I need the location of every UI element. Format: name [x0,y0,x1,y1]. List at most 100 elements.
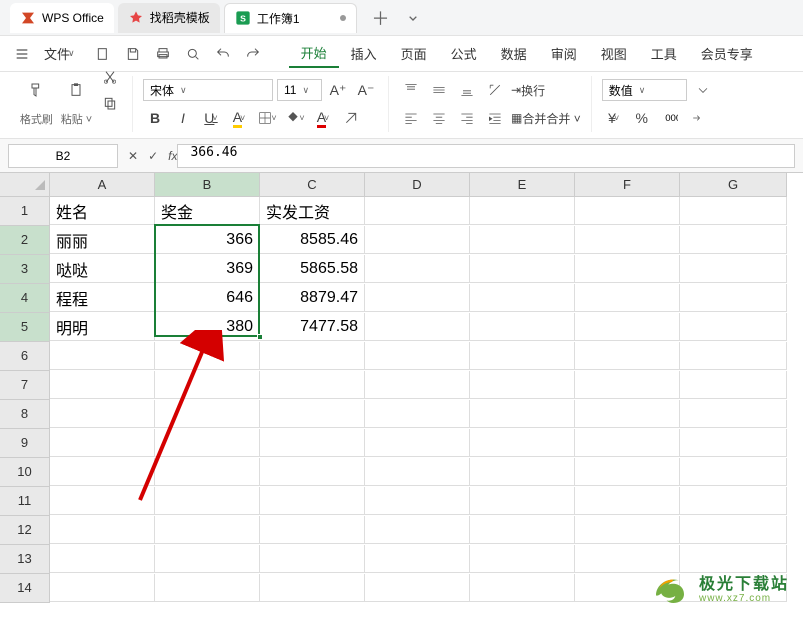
cell[interactable]: 程程 [50,284,155,312]
cell[interactable] [470,429,575,457]
cell[interactable] [365,342,470,370]
col-header[interactable]: A [50,173,155,197]
cell[interactable] [680,371,787,399]
ribbon-tab-member[interactable]: 会员专享 [689,40,765,67]
cell[interactable] [470,516,575,544]
cell[interactable] [155,574,260,602]
row-header[interactable]: 9 [0,429,50,458]
cell[interactable] [365,458,470,486]
col-header[interactable]: G [680,173,787,197]
cell[interactable] [260,400,365,428]
redo-icon[interactable] [239,40,267,68]
cell[interactable] [365,226,470,254]
row-header[interactable]: 10 [0,458,50,487]
name-box[interactable]: B2 [8,144,118,168]
file-menu[interactable]: 文件 ∨ [38,40,81,68]
row-header[interactable]: 6 [0,342,50,371]
cell[interactable] [680,429,787,457]
ribbon-tab-page[interactable]: 页面 [389,40,439,67]
ribbon-tab-home[interactable]: 开始 [289,39,339,68]
cell[interactable]: 明明 [50,313,155,341]
cell[interactable] [470,284,575,312]
paste-icon[interactable] [58,72,94,108]
cell[interactable] [260,371,365,399]
row-header[interactable]: 7 [0,371,50,400]
cell[interactable] [365,197,470,225]
cell[interactable] [680,458,787,486]
cell[interactable] [575,516,680,544]
fill-handle[interactable] [257,334,263,340]
cell[interactable]: 380 [155,313,260,341]
number-format-combo[interactable]: 数值∨ [602,79,687,101]
cell[interactable] [575,226,680,254]
row-header[interactable]: 1 [0,197,50,226]
cell[interactable] [680,400,787,428]
cell[interactable] [575,487,680,515]
cell[interactable] [680,284,787,312]
cell[interactable] [680,197,787,225]
col-header[interactable]: F [575,173,680,197]
highlight-icon[interactable]: A˅ [227,106,251,130]
ribbon-tab-data[interactable]: 数据 [489,40,539,67]
wrap-text-button[interactable]: ⇥ 换行 [511,78,545,102]
cell[interactable]: 7477.58 [260,313,365,341]
cell[interactable] [575,429,680,457]
undo-icon[interactable] [209,40,237,68]
cell[interactable] [680,342,787,370]
cell[interactable]: 哒哒 [50,255,155,283]
cell[interactable] [680,487,787,515]
merge-center-button[interactable]: ▦ 合并合并 ˅ [511,106,581,130]
cell[interactable] [575,458,680,486]
cell[interactable] [365,313,470,341]
cell[interactable] [260,516,365,544]
preview-icon[interactable] [179,40,207,68]
align-middle-icon[interactable] [427,78,451,102]
cell[interactable] [575,371,680,399]
increase-font-icon[interactable]: A⁺ [326,78,350,102]
indent-icon[interactable] [483,106,507,130]
cell[interactable]: 5865.58 [260,255,365,283]
cell[interactable] [50,429,155,457]
col-header[interactable]: D [365,173,470,197]
cell[interactable] [260,545,365,573]
cell[interactable] [365,255,470,283]
col-header[interactable]: B [155,173,260,197]
cell[interactable] [575,197,680,225]
tab-workbook[interactable]: S 工作簿1 [224,3,357,33]
tab-close-icon[interactable] [340,15,346,21]
ribbon-tab-view[interactable]: 视图 [589,40,639,67]
formula-input[interactable]: 366.46 [177,144,795,168]
cell[interactable] [470,400,575,428]
cell[interactable] [365,400,470,428]
cell[interactable] [50,487,155,515]
cell[interactable] [365,545,470,573]
cell[interactable] [50,458,155,486]
align-top-icon[interactable] [399,78,423,102]
cell[interactable]: 369 [155,255,260,283]
cell[interactable] [470,197,575,225]
cell[interactable] [155,429,260,457]
cell[interactable] [470,487,575,515]
cell[interactable] [470,313,575,341]
cell[interactable] [260,574,365,602]
cell[interactable] [155,400,260,428]
col-header[interactable]: E [470,173,575,197]
cell[interactable] [155,516,260,544]
cell[interactable]: 丽丽 [50,226,155,254]
cell[interactable]: 646 [155,284,260,312]
cell[interactable] [50,400,155,428]
row-header[interactable]: 8 [0,400,50,429]
align-left-icon[interactable] [399,106,423,130]
cell[interactable] [155,487,260,515]
cell[interactable] [575,284,680,312]
cell[interactable] [575,342,680,370]
cell[interactable] [155,342,260,370]
save-icon[interactable] [119,40,147,68]
italic-icon[interactable]: I [171,106,195,130]
cell[interactable] [680,516,787,544]
cell[interactable] [155,545,260,573]
cell[interactable]: 8879.47 [260,284,365,312]
cell[interactable]: 8585.46 [260,226,365,254]
cell[interactable] [155,371,260,399]
cell[interactable]: 姓名 [50,197,155,225]
